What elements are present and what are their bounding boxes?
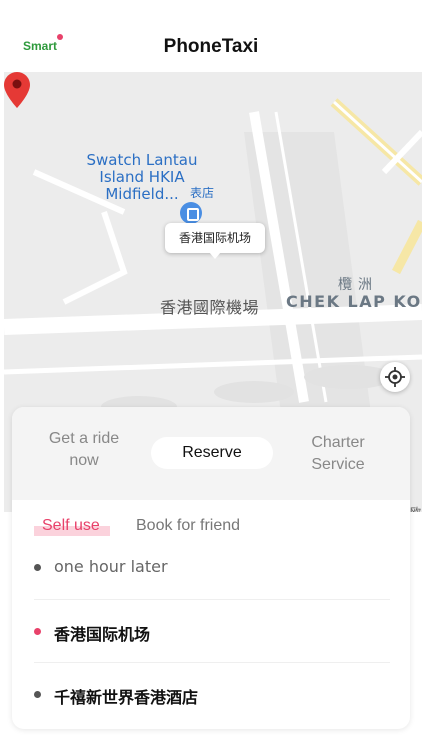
location-callout[interactable]: 香港国际机场 bbox=[165, 223, 265, 259]
pickup-time: one hour later bbox=[54, 557, 168, 576]
booking-panel: Get a ride now Reserve Charter Service S… bbox=[12, 407, 410, 729]
destination-row[interactable]: 千禧新世界香港酒店 bbox=[34, 662, 390, 724]
shopping-bag-icon[interactable] bbox=[180, 202, 202, 224]
crosshair-icon bbox=[385, 367, 405, 387]
service-reserve[interactable]: Reserve bbox=[151, 437, 273, 469]
service-charter[interactable]: Charter Service bbox=[288, 432, 388, 476]
map-pin-icon bbox=[4, 72, 30, 108]
tab-book-for-friend[interactable]: Book for friend bbox=[136, 517, 240, 535]
district-label-en: CHEK LAP KOK bbox=[286, 292, 422, 311]
destination-location: 千禧新世界香港酒店 bbox=[54, 688, 199, 707]
service-selector: Get a ride now Reserve Charter Service bbox=[12, 407, 410, 500]
time-dot-icon bbox=[34, 564, 41, 571]
map-edge-label: 欧 bbox=[410, 504, 421, 512]
pickup-dot-icon bbox=[34, 628, 41, 635]
pickup-location: 香港国际机场 bbox=[54, 625, 151, 644]
airport-label: 香港國際機場 bbox=[160, 298, 260, 317]
district-label-cn: 欖洲 bbox=[338, 277, 378, 293]
service-get-ride-now[interactable]: Get a ride now bbox=[36, 428, 132, 472]
pickup-row[interactable]: 香港国际机场 bbox=[34, 599, 390, 661]
time-row[interactable]: one hour later bbox=[34, 536, 390, 598]
tab-self-use-label: Self use bbox=[42, 517, 100, 534]
poi-sub-label: 表店 bbox=[190, 186, 215, 200]
tab-self-use[interactable]: Self use bbox=[34, 517, 110, 536]
destination-dot-icon bbox=[34, 691, 41, 698]
page-title: PhoneTaxi bbox=[163, 36, 259, 57]
my-location-button[interactable] bbox=[380, 362, 410, 392]
app-header: Smart PhoneTaxi bbox=[0, 0, 422, 72]
